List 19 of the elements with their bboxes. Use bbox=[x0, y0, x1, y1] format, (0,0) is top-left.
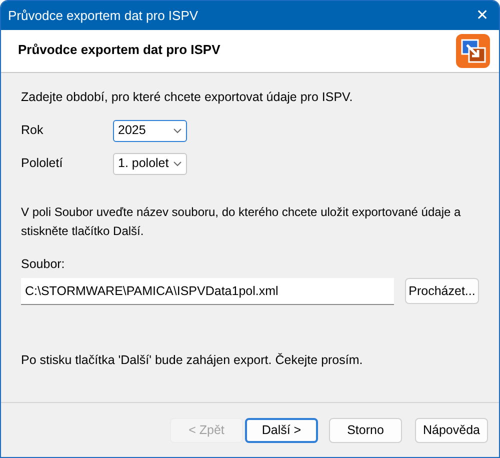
notice-text: Po stisku tlačítka 'Další' bude zahájen export. Čekejte prosím. bbox=[21, 352, 364, 369]
dropdown[interactable]: 1. pololet bbox=[113, 152, 187, 175]
wizard-button[interactable]: Storno bbox=[329, 418, 402, 442]
instruction-text: Zadejte období, pro které chcete exportovat údaje pro ISPV. bbox=[21, 89, 354, 106]
file-label: Soubor: bbox=[21, 256, 66, 273]
wizard-button[interactable]: Nápověda bbox=[415, 418, 488, 442]
browse-button[interactable]: Procházet... bbox=[405, 278, 479, 304]
wizard-button[interactable]: Další > bbox=[245, 418, 318, 442]
chevron-down-icon bbox=[173, 128, 182, 134]
wizard-logo-icon bbox=[456, 34, 490, 68]
window-title: Průvodce exportem dat pro ISPV bbox=[8, 6, 198, 25]
dropdown[interactable]: 2025 bbox=[113, 120, 187, 142]
header-title: Průvodce exportem dat pro ISPV bbox=[18, 41, 220, 59]
file-instruction-text: V poli Soubor uveďte název souboru, do kterého chcete uložit exportované údaje a stiskněte tlačítko Další. bbox=[21, 204, 462, 240]
chevron-down-icon bbox=[173, 160, 182, 167]
field-label: Pololetí bbox=[21, 155, 64, 172]
close-button[interactable]: ✕ bbox=[476, 8, 489, 23]
file-path-field[interactable]: C:\STORMWARE\PAMICA\ISPVData1pol.xml bbox=[21, 278, 394, 304]
field-label: Rok bbox=[21, 122, 44, 140]
